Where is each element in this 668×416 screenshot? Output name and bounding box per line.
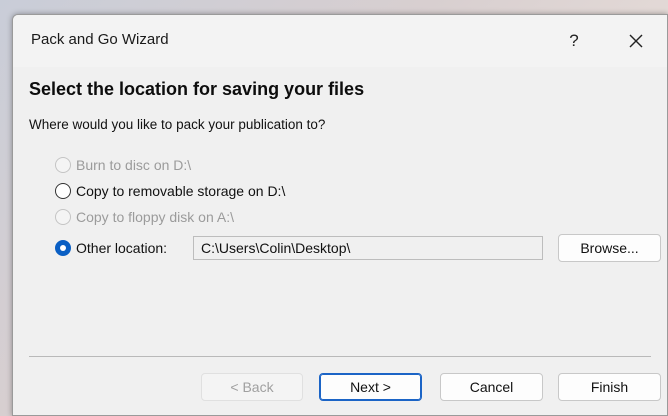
- footer-separator: [29, 356, 651, 357]
- option-label: Copy to removable storage on D:\: [76, 183, 286, 199]
- browse-button[interactable]: Browse...: [558, 234, 661, 262]
- page-question: Where would you like to pack your public…: [29, 117, 326, 132]
- option-label: Other location:: [76, 240, 168, 256]
- page-heading: Select the location for saving your file…: [29, 79, 365, 99]
- option-label: Burn to disc on D:\: [76, 157, 192, 173]
- radio-burn-to-disc[interactable]: [55, 157, 71, 173]
- radio-removable-storage[interactable]: [55, 183, 71, 199]
- option-label: Copy to floppy disk on A:\: [76, 209, 234, 225]
- pack-and-go-dialog: Pack and Go Wizard ? Select the location…: [12, 14, 668, 416]
- option-floppy-disk[interactable]: Copy to floppy disk on A:\: [55, 206, 234, 228]
- location-path-input[interactable]: [193, 236, 543, 260]
- option-other-location[interactable]: Other location:: [55, 237, 167, 259]
- option-burn-to-disc[interactable]: Burn to disc on D:\: [55, 154, 191, 176]
- window-title: Pack and Go Wizard: [31, 31, 169, 48]
- radio-other-location[interactable]: [55, 240, 71, 256]
- help-button[interactable]: ?: [551, 23, 597, 59]
- radio-floppy-disk[interactable]: [55, 209, 71, 225]
- next-button[interactable]: Next >: [319, 373, 422, 401]
- close-button[interactable]: [613, 23, 659, 59]
- finish-button[interactable]: Finish: [558, 373, 661, 401]
- close-icon: [629, 34, 643, 48]
- back-button[interactable]: < Back: [201, 373, 303, 401]
- option-removable-storage[interactable]: Copy to removable storage on D:\: [55, 180, 285, 202]
- cancel-button[interactable]: Cancel: [440, 373, 543, 401]
- title-bar: Pack and Go Wizard ?: [13, 15, 667, 67]
